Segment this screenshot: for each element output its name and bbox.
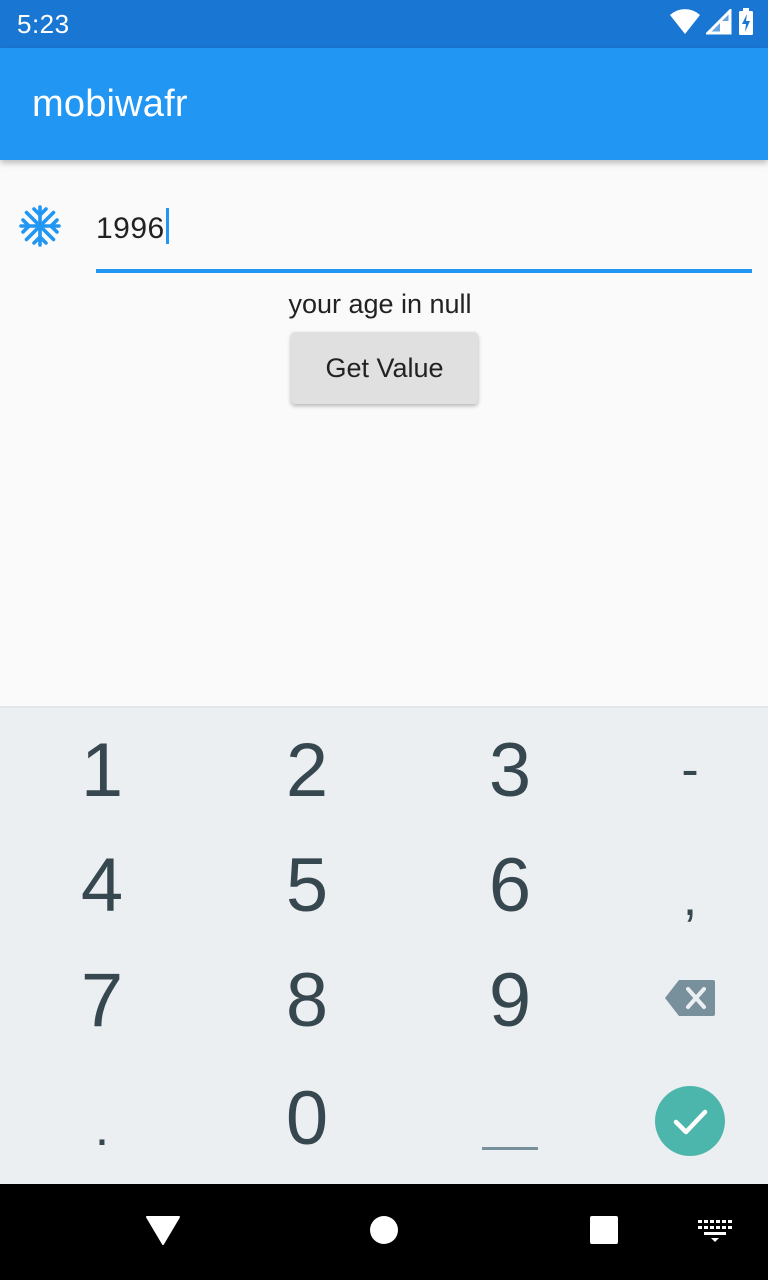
year-input-value[interactable]: 1996 [96, 208, 169, 246]
key-2[interactable]: 2 [242, 720, 372, 820]
status-icons [670, 6, 754, 41]
home-circle-icon [369, 1215, 399, 1250]
get-value-button[interactable]: Get Value [291, 332, 478, 404]
keyboard-switch-button[interactable] [690, 1204, 740, 1260]
text-cursor [165, 208, 169, 244]
key-minus[interactable]: - [625, 720, 755, 820]
checkmark-icon [654, 1085, 726, 1162]
snowflake-icon [18, 204, 62, 248]
signal-icon [704, 6, 732, 40]
key-8[interactable]: 8 [242, 950, 372, 1050]
battery-icon [738, 7, 754, 41]
wifi-icon [670, 8, 700, 40]
backspace-icon [665, 979, 715, 1021]
key-4[interactable]: 4 [37, 835, 167, 935]
home-button[interactable] [359, 1204, 409, 1260]
back-triangle-icon [146, 1215, 180, 1250]
space-key[interactable] [445, 1068, 575, 1168]
key-3[interactable]: 3 [445, 720, 575, 820]
app-title: mobiwafr [32, 83, 188, 125]
key-9[interactable]: 9 [445, 950, 575, 1050]
key-6[interactable]: 6 [445, 835, 575, 935]
key-7[interactable]: 7 [37, 950, 167, 1050]
recents-square-icon [589, 1215, 619, 1250]
key-0[interactable]: 0 [242, 1068, 372, 1168]
numeric-keyboard: 1 2 3 - 4 5 6 , 7 8 9 . 0 [0, 706, 768, 1184]
back-button[interactable] [138, 1204, 188, 1260]
status-time: 5:23 [17, 9, 70, 39]
done-key[interactable] [649, 1082, 731, 1164]
status-bar: 5:23 [0, 0, 768, 48]
key-1[interactable]: 1 [37, 720, 167, 820]
navigation-bar [0, 1184, 768, 1280]
key-comma[interactable]: , [625, 848, 755, 948]
key-period[interactable]: . [37, 1078, 167, 1178]
keyboard-icon [698, 1218, 732, 1247]
space-icon [481, 1081, 539, 1156]
backspace-key[interactable] [625, 950, 755, 1050]
app-bar: mobiwafr [0, 48, 768, 160]
year-input[interactable]: 1996 [96, 196, 752, 273]
age-result-text: your age in null [288, 289, 472, 319]
key-5[interactable]: 5 [242, 835, 372, 935]
recents-button[interactable] [579, 1204, 629, 1260]
